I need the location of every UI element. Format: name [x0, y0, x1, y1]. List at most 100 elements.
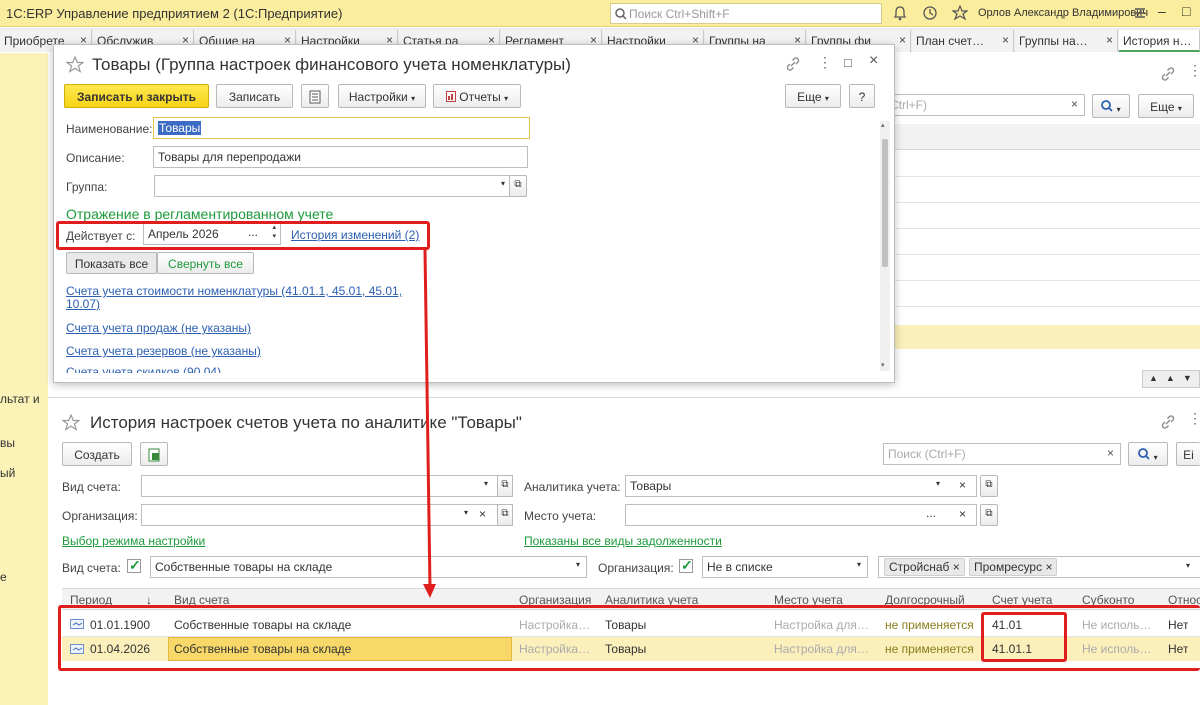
list-search-input[interactable]: Ctrl+F) ×	[885, 94, 1085, 116]
list-icon	[309, 90, 321, 104]
history-icon[interactable]	[922, 5, 938, 21]
help-button[interactable]: ?	[849, 84, 875, 108]
open-icon[interactable]: ⧉	[509, 175, 527, 197]
highlight-box	[981, 612, 1067, 662]
list-row-divider	[895, 228, 1200, 229]
maximize-button[interactable]: □	[844, 55, 852, 70]
clear-icon[interactable]: ×	[479, 507, 486, 521]
chevron-down-icon[interactable]: ▾	[576, 560, 580, 569]
close-icon[interactable]: ×	[899, 33, 906, 47]
list-selected-row[interactable]	[895, 325, 1200, 349]
tab[interactable]: Группы на… ×	[1015, 30, 1118, 52]
link-icon[interactable]	[1160, 414, 1176, 430]
cost-accounts-link[interactable]: Счета учета стоимости номенклатуры (41.0…	[66, 284, 402, 298]
document-list-button[interactable]	[301, 84, 329, 108]
show-all-button[interactable]: Показать все	[66, 252, 157, 274]
open-icon[interactable]: ⧉	[497, 475, 513, 497]
org-chip[interactable]: Промресурс ×	[969, 558, 1058, 576]
clear-icon[interactable]: ×	[1107, 446, 1114, 460]
sales-accounts-link[interactable]: Счета учета продаж (не указаны)	[66, 321, 251, 335]
user-name[interactable]: Орлов Александр Владимирович	[978, 7, 1148, 19]
select-dots-icon[interactable]: ...	[926, 506, 936, 520]
clear-icon[interactable]: ×	[1071, 97, 1078, 111]
clear-icon[interactable]: ×	[959, 478, 966, 492]
close-button[interactable]: ×	[869, 52, 878, 70]
chevron-down-icon[interactable]: ▾	[501, 179, 505, 188]
reports-label: Отчеты	[459, 90, 501, 104]
star-icon[interactable]	[952, 5, 968, 21]
chevron-down-icon[interactable]: ▾	[857, 560, 861, 569]
section-label[interactable]: е	[0, 570, 7, 584]
history-more-button[interactable]: Еі	[1176, 442, 1200, 466]
more-button[interactable]: Еще ▾	[785, 84, 841, 108]
debts-link[interactable]: Показаны все виды задолженности	[524, 534, 722, 548]
setting-mode-link[interactable]: Выбор режима настройки	[62, 534, 205, 548]
close-icon[interactable]: ×	[1045, 560, 1052, 574]
filter-org-field[interactable]: Не в списке ▾	[702, 556, 868, 578]
org-chip[interactable]: Стройснаб ×	[884, 558, 965, 576]
section-label[interactable]: вы	[0, 436, 15, 450]
chevron-down-icon: ▾	[824, 94, 829, 103]
group-input[interactable]: ▾	[154, 175, 510, 197]
section-label[interactable]: ый	[0, 466, 15, 480]
global-search-input[interactable]: Поиск Ctrl+Shift+F	[610, 3, 882, 24]
reports-menu-button[interactable]: Отчеты ▾	[433, 84, 521, 108]
analytics-field[interactable]: Товары ▾ ×	[625, 475, 977, 497]
settings-menu-button[interactable]: Настройки ▾	[338, 84, 426, 108]
open-icon[interactable]: ⧉	[497, 504, 513, 526]
excel-export-button[interactable]	[140, 442, 168, 466]
chevron-down-icon[interactable]: ▾	[936, 479, 940, 488]
form-scrollbar[interactable]: ▴ ▾	[880, 121, 890, 371]
filter-org-checkbox[interactable]: ✓	[679, 557, 693, 573]
minimize-button[interactable]: –	[1158, 3, 1166, 19]
close-icon[interactable]: ×	[953, 560, 960, 574]
bell-icon[interactable]	[892, 5, 908, 21]
name-input[interactable]: Товары	[153, 117, 530, 139]
tab[interactable]: План счет… ×	[912, 30, 1014, 52]
collapse-all-button[interactable]: Свернуть все	[157, 252, 254, 274]
chevron-down-icon[interactable]: ▾	[1186, 561, 1190, 570]
description-input[interactable]: Товары для перепродажи	[153, 146, 528, 168]
more-dots-icon[interactable]: ⋮	[1188, 62, 1200, 79]
reserve-accounts-link[interactable]: Счета учета резервов (не указаны)	[66, 344, 261, 358]
scrollbar-thumb[interactable]	[882, 139, 888, 267]
star-icon[interactable]	[62, 414, 80, 432]
more-dots-icon[interactable]: ⋮	[818, 54, 832, 71]
account-type-field[interactable]: ▾×	[141, 475, 513, 497]
save-button[interactable]: Записать	[216, 84, 293, 108]
section-label[interactable]: льтат и	[0, 392, 40, 406]
star-icon[interactable]	[66, 56, 84, 74]
menu-icon[interactable]	[1132, 5, 1148, 21]
list-navigation-buttons[interactable]: ▲▲▼	[1142, 370, 1200, 388]
place-field[interactable]: ... ×	[625, 504, 977, 526]
more-dots-icon[interactable]: ⋮	[1188, 410, 1200, 427]
history-search-button[interactable]: ▾	[1128, 442, 1168, 466]
maximize-button[interactable]: □	[1182, 3, 1190, 19]
clear-icon[interactable]: ×	[959, 507, 966, 521]
link-icon[interactable]	[785, 56, 801, 72]
tab-active[interactable]: История н…	[1119, 30, 1200, 52]
chevron-down-icon[interactable]: ▾	[484, 479, 488, 488]
list-more-button[interactable]: Еще ▾	[1138, 94, 1194, 118]
history-search-input[interactable]: Поиск (Ctrl+F) ×	[883, 443, 1121, 465]
more-label: Еще	[797, 90, 822, 104]
link-icon[interactable]	[1160, 66, 1176, 82]
chevron-down-icon[interactable]: ▾	[464, 508, 468, 517]
clipped-row: Счета учета скидков (90.04)	[54, 363, 880, 373]
open-icon[interactable]: ⧉	[980, 475, 998, 497]
open-icon[interactable]: ⧉	[980, 504, 998, 526]
cost-accounts-link-cont[interactable]: 10.07)	[66, 297, 100, 311]
close-icon[interactable]: ×	[1106, 33, 1113, 47]
close-icon[interactable]: ×	[1002, 33, 1009, 47]
scroll-down-icon[interactable]: ▾	[881, 361, 885, 369]
create-button[interactable]: Создать	[62, 442, 132, 466]
scroll-up-icon[interactable]: ▴	[881, 121, 885, 129]
filter-account-field[interactable]: Собственные товары на складе ▾	[150, 556, 587, 578]
list-search-button[interactable]: ▾	[1092, 94, 1130, 118]
global-search-placeholder: Поиск Ctrl+Shift+F	[629, 7, 730, 21]
filter-account-checkbox[interactable]: ✓	[127, 557, 141, 573]
org-field[interactable]: ▾ ×	[141, 504, 513, 526]
settings-label: Настройки	[348, 90, 408, 104]
save-and-close-button[interactable]: Записать и закрыть	[64, 84, 209, 108]
discount-accounts-link[interactable]: Счета учета скидков (90.04)	[66, 365, 221, 373]
